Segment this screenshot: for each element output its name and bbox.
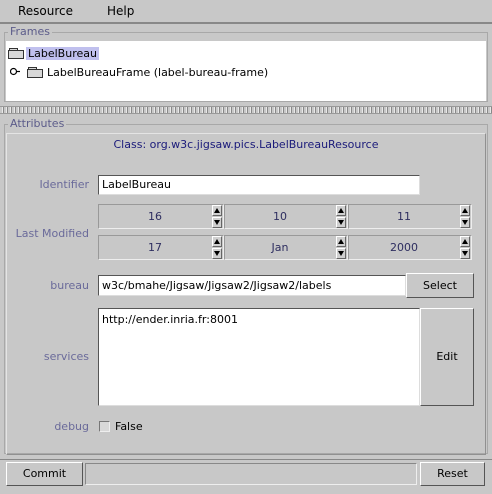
arrow-up-icon xyxy=(214,239,220,244)
year-value: 2000 xyxy=(390,241,418,254)
arrow-up-icon xyxy=(338,208,344,213)
arrow-down-icon xyxy=(338,251,344,256)
minute-spinner[interactable]: 10 xyxy=(224,204,348,229)
spin-up-button[interactable] xyxy=(460,236,470,247)
expand-handle-icon[interactable] xyxy=(10,67,20,76)
commit-button[interactable]: Commit xyxy=(6,462,83,486)
folder-icon xyxy=(27,67,43,78)
arrow-down-icon xyxy=(338,220,344,225)
identifier-field[interactable]: LabelBureau xyxy=(98,175,420,195)
status-field xyxy=(85,463,417,485)
arrow-down-icon xyxy=(214,220,220,225)
spin-down-button[interactable] xyxy=(212,217,222,228)
last-modified-label: Last Modified xyxy=(15,227,89,240)
spin-down-button[interactable] xyxy=(336,248,346,259)
tree-node-frame[interactable]: LabelBureauFrame (label-bureau-frame) xyxy=(47,66,268,79)
reset-button[interactable]: Reset xyxy=(420,462,485,486)
arrow-up-icon xyxy=(462,239,468,244)
spin-up-button[interactable] xyxy=(460,205,470,216)
second-spinner[interactable]: 11 xyxy=(348,204,472,229)
month-value: Jan xyxy=(271,241,289,254)
services-label: services xyxy=(43,350,89,363)
arrow-up-icon xyxy=(338,239,344,244)
menu-help[interactable]: Help xyxy=(107,4,134,18)
menu-resource[interactable]: Resource xyxy=(18,4,73,18)
select-button[interactable]: Select xyxy=(406,273,474,298)
menu-bar: Resource Help xyxy=(0,0,492,22)
year-spinner[interactable]: 2000 xyxy=(348,235,472,260)
spin-up-button[interactable] xyxy=(212,205,222,216)
frames-tree[interactable]: LabelBureau LabelBureauFrame (label-bure… xyxy=(6,41,486,101)
attributes-title: Attributes xyxy=(8,117,67,130)
arrow-up-icon xyxy=(462,208,468,213)
day-spinner[interactable]: 17 xyxy=(98,235,224,260)
debug-label: debug xyxy=(54,420,89,433)
arrow-down-icon xyxy=(462,251,468,256)
spin-down-button[interactable] xyxy=(336,217,346,228)
month-spinner[interactable]: Jan xyxy=(224,235,348,260)
bottom-separator xyxy=(0,459,492,460)
day-value: 17 xyxy=(148,241,162,254)
spin-up-button[interactable] xyxy=(212,236,222,247)
identifier-label: Identifier xyxy=(39,178,89,191)
debug-checkbox[interactable] xyxy=(99,421,110,432)
splitter-handle[interactable] xyxy=(0,106,492,114)
menu-separator xyxy=(0,22,492,24)
debug-value: False xyxy=(115,420,143,433)
second-value: 11 xyxy=(397,210,411,223)
spin-down-button[interactable] xyxy=(212,248,222,259)
class-label: Class: org.w3c.jigsaw.pics.LabelBureauRe… xyxy=(113,138,379,151)
tree-node-root[interactable]: LabelBureau xyxy=(26,47,99,60)
arrow-up-icon xyxy=(214,208,220,213)
bureau-field[interactable]: w3c/bmahe/Jigsaw/Jigsaw2/Jigsaw2/labels xyxy=(98,275,406,296)
spin-down-button[interactable] xyxy=(460,248,470,259)
hour-spinner[interactable]: 16 xyxy=(98,204,224,229)
edit-button[interactable]: Edit xyxy=(420,308,474,406)
arrow-down-icon xyxy=(214,251,220,256)
spin-up-button[interactable] xyxy=(336,205,346,216)
folder-icon xyxy=(8,48,24,59)
spin-down-button[interactable] xyxy=(460,217,470,228)
spin-up-button[interactable] xyxy=(336,236,346,247)
services-textarea[interactable]: http://ender.inria.fr:8001 xyxy=(98,308,420,406)
arrow-down-icon xyxy=(462,220,468,225)
frames-title: Frames xyxy=(8,25,53,38)
hour-value: 16 xyxy=(148,210,162,223)
bureau-label: bureau xyxy=(50,279,89,292)
minute-value: 10 xyxy=(273,210,287,223)
